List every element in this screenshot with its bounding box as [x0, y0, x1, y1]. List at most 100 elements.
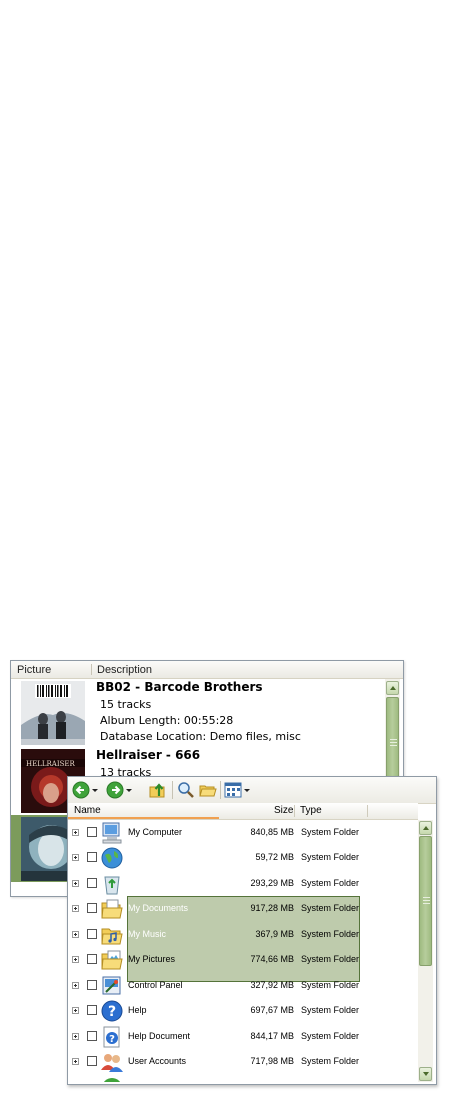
item-type: System Folder: [301, 929, 360, 939]
scroll-down-button[interactable]: [419, 1067, 432, 1081]
list-item[interactable]: User Accounts 717,98 MB System Folder: [68, 1049, 418, 1074]
item-type: System Folder: [301, 878, 360, 888]
list-item[interactable]: My Computer 840,85 MB System Folder: [68, 820, 418, 845]
magnifier-icon: [178, 782, 194, 798]
forward-dropdown-icon[interactable]: [126, 788, 132, 792]
album-track-count: 15 tracks: [100, 698, 152, 711]
album-cover-image: [21, 681, 85, 745]
partial-item-icon: [104, 1078, 120, 1082]
explorer-column-header: Name Size Type: [68, 803, 418, 820]
column-header-description[interactable]: Description: [97, 664, 152, 676]
help-icon: ?: [101, 1000, 123, 1022]
back-dropdown-icon[interactable]: [92, 788, 98, 792]
list-item-selected[interactable]: My Music 367,9 MB System Folder: [68, 922, 418, 947]
list-item-selected[interactable]: Recycle Bin 293,29 MB System Folder: [68, 871, 418, 896]
column-header-type[interactable]: Type: [300, 805, 322, 816]
list-item[interactable]: ? Help 697,67 MB System Folder: [68, 998, 418, 1023]
item-name: My Computer: [128, 827, 183, 837]
item-type: System Folder: [301, 1005, 360, 1015]
search-button[interactable]: [177, 780, 195, 800]
item-name: Network Places: [128, 852, 191, 862]
item-checkbox[interactable]: [87, 929, 97, 939]
expand-toggle[interactable]: [72, 1007, 79, 1014]
views-dropdown-icon[interactable]: [244, 788, 250, 792]
my-pictures-icon: [101, 950, 123, 970]
item-type: System Folder: [301, 903, 360, 913]
explorer-toolbar: [68, 777, 436, 804]
file-explorer-window: Name Size Type My Computer 840,85 MB Sys…: [67, 776, 437, 1085]
column-divider[interactable]: [91, 664, 92, 675]
item-checkbox[interactable]: [87, 878, 97, 888]
views-button[interactable]: [224, 780, 250, 800]
expand-toggle[interactable]: [72, 905, 79, 912]
scroll-thumb[interactable]: [419, 836, 432, 966]
recycle-bin-icon: [104, 876, 120, 895]
item-checkbox[interactable]: [87, 1031, 97, 1041]
item-size: 840,85 MB: [250, 827, 294, 837]
item-checkbox[interactable]: [87, 980, 97, 990]
list-item[interactable]: My Pictures 774,66 MB System Folder: [68, 947, 418, 972]
item-checkbox[interactable]: [87, 903, 97, 913]
item-checkbox[interactable]: [87, 954, 97, 964]
album-list-header: Picture Description: [11, 661, 403, 679]
column-header-name-label: Name: [74, 805, 101, 816]
expand-toggle[interactable]: [72, 1058, 79, 1065]
list-item[interactable]: ? Help Document 844,17 MB System Folder: [68, 1024, 418, 1049]
my-documents-icon: [101, 899, 123, 919]
up-folder-button[interactable]: [149, 780, 167, 800]
column-header-name[interactable]: Name: [68, 803, 219, 819]
expand-toggle[interactable]: [72, 956, 79, 963]
expand-toggle[interactable]: [72, 982, 79, 989]
expand-toggle[interactable]: [72, 880, 79, 887]
item-size: 844,17 MB: [250, 1031, 294, 1041]
item-size: 367,9 MB: [255, 929, 294, 939]
svg-text:?: ?: [109, 1034, 115, 1045]
cover-title-text: HELLRAISER: [26, 760, 76, 768]
item-checkbox[interactable]: [87, 852, 97, 862]
forward-button[interactable]: [106, 780, 132, 800]
item-size: 774,66 MB: [250, 954, 294, 964]
column-header-size[interactable]: Size: [274, 805, 293, 816]
expand-toggle[interactable]: [72, 1033, 79, 1040]
explorer-scrollbar[interactable]: [418, 820, 433, 1082]
item-name: Help Document: [128, 1031, 191, 1041]
back-button[interactable]: [72, 780, 98, 800]
item-size: 293,29 MB: [250, 878, 294, 888]
item-size: 59,72 MB: [255, 852, 294, 862]
folders-icon: [199, 785, 217, 797]
item-type: System Folder: [301, 954, 360, 964]
views-icon: [224, 782, 242, 798]
item-name: Help: [128, 1005, 147, 1015]
control-panel-icon: [102, 976, 121, 995]
list-item[interactable]: Control Panel 327,92 MB System Folder: [68, 973, 418, 998]
item-type: System Folder: [301, 827, 360, 837]
scroll-up-button[interactable]: [386, 681, 399, 695]
item-size: 917,28 MB: [250, 903, 294, 913]
folders-button[interactable]: [199, 780, 217, 800]
help-document-icon: ?: [103, 1026, 120, 1048]
item-name: Recycle Bin: [128, 878, 176, 888]
item-size: 717,98 MB: [250, 1056, 294, 1066]
item-name: My Pictures: [128, 954, 176, 964]
column-header-picture[interactable]: Picture: [17, 664, 51, 676]
scroll-up-button[interactable]: [419, 821, 432, 835]
item-checkbox[interactable]: [87, 1056, 97, 1066]
item-name: Control Panel: [128, 980, 183, 990]
item-name: My Documents: [128, 903, 189, 913]
list-item-selected[interactable]: Network Places 59,72 MB System Folder: [68, 845, 418, 870]
forward-arrow-icon: [106, 781, 124, 799]
expand-toggle[interactable]: [72, 829, 79, 836]
album-title: BB02 - Barcode Brothers: [96, 680, 263, 694]
item-type: System Folder: [301, 980, 360, 990]
expand-toggle[interactable]: [72, 854, 79, 861]
item-checkbox[interactable]: [87, 827, 97, 837]
item-type: System Folder: [301, 852, 360, 862]
list-item-selected[interactable]: My Documents 917,28 MB System Folder: [68, 896, 418, 921]
item-name: User Accounts: [128, 1056, 187, 1066]
svg-text:?: ?: [108, 1004, 116, 1020]
album-length: Album Length: 00:55:28: [100, 714, 234, 727]
album-row[interactable]: BB02 - Barcode Brothers 15 tracks Album …: [11, 679, 384, 746]
list-item-partial[interactable]: [68, 1075, 418, 1082]
expand-toggle[interactable]: [72, 931, 79, 938]
item-checkbox[interactable]: [87, 1005, 97, 1015]
